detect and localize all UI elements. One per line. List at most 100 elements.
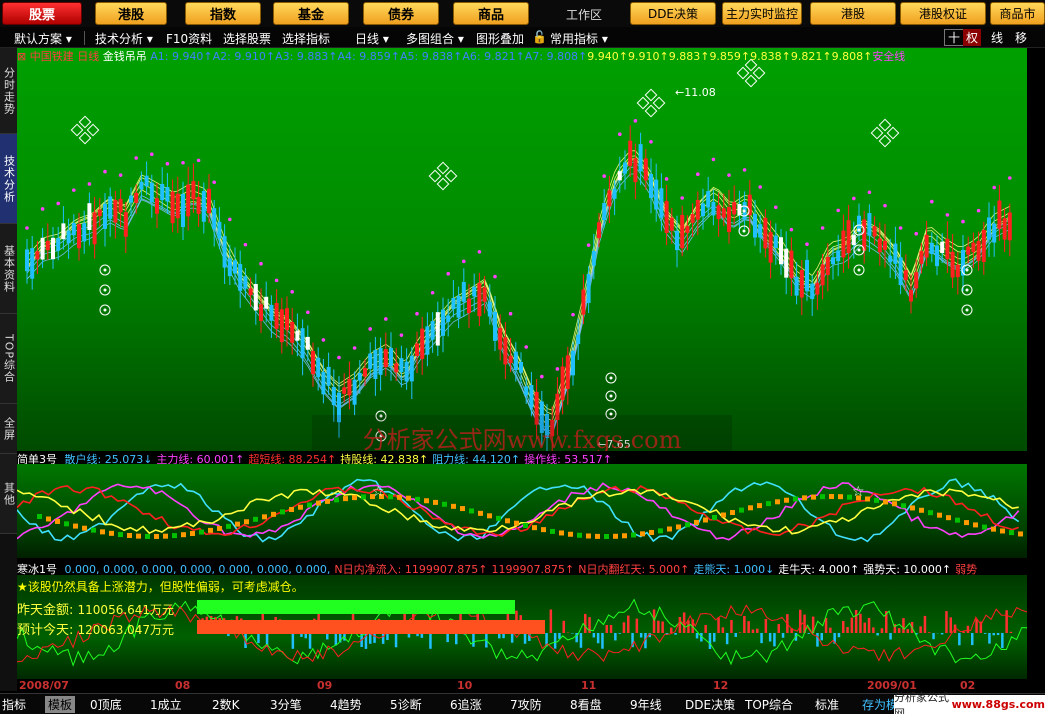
indicator2-value: 走熊天: 1.000↓ [693,563,775,575]
candle-body [77,224,81,249]
candle-body [591,250,596,266]
candle-body [186,184,191,217]
main-force-monitor-button[interactable]: 主力实时监控 [722,2,802,25]
main-chart-panel[interactable]: ←11.08 ←7.65 [17,48,1027,451]
tab-count-k[interactable]: 2数K [212,696,240,713]
flow-bar [695,633,699,639]
flow-bar [850,617,854,633]
tab-fundamentals[interactable]: 基本资料 [0,224,17,314]
select-stock-button[interactable]: 选择股票 [223,30,271,47]
candle-body [441,309,445,336]
indicator-block [199,529,204,535]
tab-standard[interactable]: 标准 [815,696,839,713]
nav-fund-button[interactable]: 基金 [273,2,349,25]
tab-establish[interactable]: 1成立 [150,696,182,713]
period-dropdown[interactable]: 日线 ▾ [355,30,389,47]
flow-bar [584,613,587,633]
signal-dot [857,248,861,252]
date-label: 12 [713,679,729,692]
candle-body [597,222,601,239]
flow-bar [674,633,677,635]
hk-warrants-button[interactable]: 港股权证 [900,2,986,25]
crosshair-button[interactable]: 十 [944,29,965,46]
candle-body [409,355,414,382]
tab-save-template[interactable]: 存为模 [862,696,898,713]
tech-analysis-dropdown[interactable]: 技术分析 ▾ [95,30,153,47]
indicator-axis [1027,464,1045,679]
tab-year-line[interactable]: 9年线 [630,696,662,713]
commodity-market-button[interactable]: 商品市 [990,2,1045,25]
overlay-dropdown[interactable]: 图形叠加 [476,30,524,47]
flow-bar [429,633,432,649]
scheme-dropdown[interactable]: 默认方案 ▾ [14,30,72,47]
flow-bar [635,618,639,633]
select-indicator-button[interactable]: 选择指标 [282,30,330,47]
support-dot [212,180,216,185]
tab-top[interactable]: TOP综合 [0,314,17,404]
tab-chase[interactable]: 6追涨 [450,696,482,713]
indicator-block [838,494,843,500]
tab-other[interactable]: 其他 [0,454,17,534]
flow-bar [988,633,991,644]
tab-fullscreen[interactable]: 全屏 [0,404,17,454]
common-indicators-dropdown[interactable]: 常用指标 ▾ [550,30,608,47]
close-icon[interactable]: ⊠ [17,50,26,63]
tab-template[interactable]: 模板 [45,696,76,713]
indicator-block [451,503,456,509]
dde-decision-button[interactable]: DDE决策 [630,2,716,25]
flow-bar [472,633,475,647]
nav-bond-button[interactable]: 债券 [363,2,439,25]
move-button[interactable]: 移 [1012,29,1030,46]
support-dot [930,199,934,204]
candle-body [269,304,274,321]
legend-value: 9.859↑ [709,50,751,63]
support-dot [992,185,996,190]
rights-adjust-button[interactable]: 权 [963,29,982,46]
indicator1-panel[interactable]: ☆ ☆ [17,464,1027,558]
nav-commodity-button[interactable]: 商品 [453,2,529,25]
candle-body [383,349,388,368]
indicator-block [127,532,132,538]
indicator-block [55,518,60,524]
signal-dot [609,376,613,380]
multi-chart-dropdown[interactable]: 多图组合 ▾ [406,30,464,47]
flow-bar [257,633,260,644]
tab-attack-defense[interactable]: 7攻防 [510,696,542,713]
tab-trend[interactable]: 4趋势 [330,696,362,713]
nav-hk-stocks-button[interactable]: 港股 [95,2,167,25]
candle-body [363,368,367,377]
candle-body [430,321,435,340]
indicator-block [271,511,276,517]
flow-bar [760,633,763,644]
tab-watch[interactable]: 8看盘 [570,696,602,713]
candle-body [940,241,945,254]
nav-stocks-button[interactable]: 股票 [2,2,82,25]
indicator-block [901,503,906,509]
tab-dde[interactable]: DDE决策 [685,696,735,713]
candle-body [196,196,201,214]
tab-technical[interactable]: 技术分析 [0,134,17,224]
candle-body [633,158,638,183]
support-dot [196,158,201,163]
candle-body [805,259,809,292]
support-dot [664,177,669,181]
f10-button[interactable]: F10资料 [166,30,212,47]
candle-body [51,237,55,260]
nav-index-button[interactable]: 指数 [185,2,261,25]
legend-value: A7: 9.808↑ [524,50,588,63]
tab-ticks[interactable]: 3分笔 [270,696,302,713]
line-button[interactable]: 线 [988,29,1006,46]
support-dot [181,160,185,165]
tab-indicator[interactable]: 指标 [2,696,26,713]
candle-body [867,213,872,236]
flow-bar [308,633,312,649]
tab-top-bottom[interactable]: 0顶底 [90,696,122,713]
support-dot [696,172,700,176]
lock-icon[interactable]: 🔓 [532,30,547,44]
hk-stocks-button[interactable]: 港股 [810,2,896,25]
indicator-block [181,532,186,538]
tab-intraday[interactable]: 分时走势 [0,48,17,134]
tab-diagnose[interactable]: 5诊断 [390,696,422,713]
legend-value: 安全线 [872,50,906,63]
tab-top-composite[interactable]: TOP综合 [745,696,793,713]
